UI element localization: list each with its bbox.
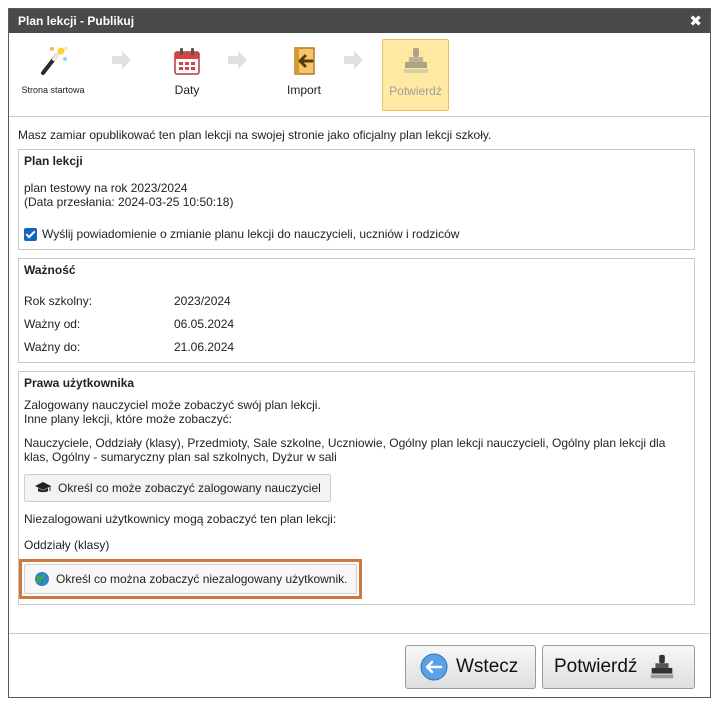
notify-label: Wyślij powiadomienie o zmianie planu lek… [42, 227, 460, 241]
step-import[interactable]: Import [259, 33, 349, 117]
back-label: Wstecz [456, 656, 519, 677]
anonymous-user-rights-button[interactable]: Określ co można zobaczyć niezalogowany u… [24, 564, 358, 594]
back-button[interactable]: Wstecz [405, 645, 536, 689]
field-value: 06.05.2024 [174, 317, 235, 331]
step-start-page[interactable]: Strona startowa [14, 33, 92, 117]
magic-wand-icon [41, 46, 68, 75]
stamp-icon [403, 48, 428, 73]
other-plans-text: Inne plany lekcji, które może zobaczyć: [24, 412, 233, 426]
graduation-cap-icon [35, 482, 51, 493]
stamp-icon [651, 654, 674, 679]
step-label: Daty [174, 83, 200, 97]
arrow-left-icon [420, 653, 448, 681]
arrow-right-icon [112, 51, 131, 69]
validity-section: Ważność Rok szkolny: 2023/2024 Ważny od:… [18, 258, 695, 363]
wizard-steps: Strona startowa Daty Import Potwierdź [9, 33, 710, 117]
section-heading: Prawa użytkownika [24, 376, 135, 390]
intro-text: Masz zamiar opublikować ten plan lekcji … [18, 128, 492, 142]
calendar-icon [174, 48, 200, 75]
field-value: 2023/2024 [174, 294, 231, 308]
dialog-titlebar: Plan lekcji - Publikuj ✖ [9, 9, 710, 33]
field-value: 21.06.2024 [174, 340, 235, 354]
highlight-frame: Określ co można zobaczyć niezalogowany u… [19, 559, 363, 599]
valid-to-row: Ważny do: 21.06.2024 [24, 340, 689, 354]
anonymous-plans-list: Oddziały (klasy) [24, 538, 110, 552]
globe-icon [35, 572, 49, 586]
step-label: Potwierdź [389, 84, 442, 98]
confirm-button[interactable]: Potwierdź [542, 645, 695, 689]
section-heading: Ważność [24, 263, 76, 277]
plan-name: plan testowy na rok 2023/2024 [24, 181, 188, 195]
anonymous-users-text: Niezalogowani użytkownicy mogą zobaczyć … [24, 512, 337, 526]
section-heading: Plan lekcji [24, 154, 83, 168]
step-dates[interactable]: Daty [147, 33, 227, 117]
close-icon[interactable]: ✖ [689, 14, 702, 29]
plan-sent-date: (Data przesłania: 2024-03-25 10:50:18) [24, 195, 234, 209]
step-label: Import [286, 83, 321, 97]
notify-checkbox[interactable] [24, 227, 37, 241]
school-year-row: Rok szkolny: 2023/2024 [24, 294, 689, 308]
user-rights-section: Prawa użytkownika Zalogowany nauczyciel … [18, 371, 695, 605]
plan-section: Plan lekcji plan testowy na rok 2023/202… [18, 149, 695, 250]
publish-dialog: Plan lekcji - Publikuj ✖ Strona startowa [8, 8, 711, 698]
arrow-right-icon [228, 51, 247, 69]
dialog-title: Plan lekcji - Publikuj [18, 14, 135, 28]
logged-teacher-text: Zalogowany nauczyciel może zobaczyć swój… [24, 398, 321, 412]
field-label: Ważny od: [24, 317, 81, 331]
button-label: Określ co może zobaczyć zalogowany naucz… [58, 481, 321, 495]
confirm-label: Potwierdź [554, 656, 638, 677]
step-label: Strona startowa [21, 85, 85, 95]
valid-from-row: Ważny od: 06.05.2024 [24, 317, 689, 331]
notify-option[interactable]: Wyślij powiadomienie o zmianie planu lek… [24, 227, 689, 241]
dialog-content: Masz zamiar opublikować ten plan lekcji … [9, 117, 710, 605]
logged-teacher-rights-button[interactable]: Określ co może zobaczyć zalogowany naucz… [24, 474, 331, 502]
import-icon [294, 47, 315, 75]
field-label: Ważny do: [24, 340, 81, 354]
step-confirm[interactable]: Potwierdź [382, 39, 449, 111]
arrow-right-icon [344, 51, 363, 69]
button-label: Określ co można zobaczyć niezalogowany u… [56, 572, 348, 586]
logged-plans-list: Nauczyciele, Oddziały (klasy), Przedmiot… [24, 436, 666, 464]
field-label: Rok szkolny: [24, 294, 93, 308]
footer-divider [9, 633, 710, 634]
